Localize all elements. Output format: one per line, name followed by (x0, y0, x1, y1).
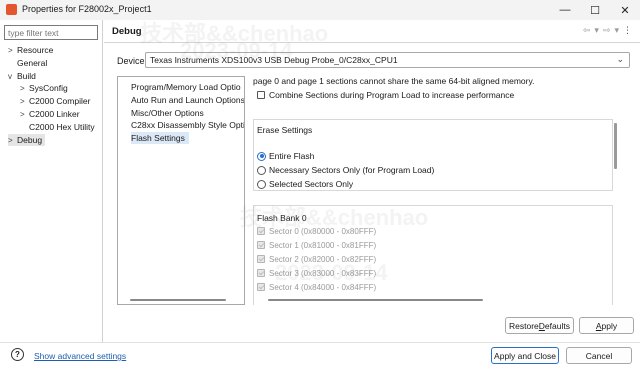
sector-checkbox (257, 269, 265, 277)
erase-option[interactable]: Selected Sectors Only (257, 178, 353, 190)
device-label: Device (117, 56, 145, 66)
sector-checkbox (257, 283, 265, 291)
minimize-button[interactable]: — (550, 0, 580, 20)
chevron-right-icon[interactable]: > (20, 109, 29, 121)
tree-item-label: C2000 Compiler (29, 96, 91, 107)
apply-button[interactable]: Apply (579, 317, 634, 334)
category-item[interactable]: C28xx Disassembly Style Optio (131, 119, 244, 131)
combine-sections-checkbox[interactable]: Combine Sections during Program Load to … (257, 89, 514, 101)
header-divider (104, 42, 640, 43)
chevron-down-icon: ⌄ (616, 54, 624, 64)
tree-item[interactable]: General (8, 57, 47, 69)
tree-item[interactable]: > C2000 Linker (20, 108, 80, 120)
device-select[interactable]: Texas Instruments XDS100v3 USB Debug Pro… (145, 52, 630, 68)
erase-option-label: Entire Flash (269, 151, 315, 161)
sector-label: Sector 0 (0x80000 - 0x80FFF) (269, 226, 377, 236)
category-item[interactable]: Auto Run and Launch Options (131, 94, 244, 106)
category-horizontal-scrollbar[interactable] (130, 299, 226, 301)
window-title: Properties for F28002x_Project1 (22, 4, 152, 14)
back-arrow-icon[interactable]: ⇦ (583, 25, 591, 36)
forward-dropdown-icon[interactable]: ▾ (614, 25, 619, 36)
tree-item-label: Debug (17, 134, 43, 145)
category-item[interactable]: Flash Settings (131, 132, 189, 145)
detail-vertical-scrollbar[interactable] (614, 123, 617, 169)
radio-button[interactable] (257, 179, 266, 189)
close-button[interactable]: ✕ (610, 0, 640, 20)
memory-note: page 0 and page 1 sections cannot share … (253, 76, 535, 86)
cancel-button[interactable]: Cancel (566, 347, 632, 364)
tree-item-label: Build (17, 70, 36, 81)
category-item[interactable]: Misc/Other Options (131, 107, 204, 119)
restore-defaults-button[interactable]: Restore Defaults (505, 317, 574, 334)
flash-settings-panel: page 0 and page 1 sections cannot share … (251, 76, 630, 305)
sector-checkbox (257, 241, 265, 249)
sector-checkbox-row: Sector 3 (0x83000 - 0x83FFF) (257, 267, 376, 279)
restore-defaults-label-b: efaults (544, 320, 570, 331)
chevron-right-icon[interactable]: > (8, 135, 17, 147)
chevron-right-icon[interactable]: > (20, 96, 29, 108)
preferences-tree-pane: >ResourceGeneralvBuild>SysConfig>C2000 C… (0, 20, 103, 342)
sector-checkbox-row: Sector 0 (0x80000 - 0x80FFF) (257, 225, 376, 237)
erase-option-label: Necessary Sectors Only (for Program Load… (269, 165, 435, 175)
tree-item-label: C2000 Linker (29, 109, 80, 119)
filter-input[interactable] (4, 25, 98, 40)
tree-item[interactable]: > SysConfig (20, 82, 68, 94)
view-menu-icon[interactable]: ⋮ (623, 25, 632, 36)
sector-checkbox-row: Sector 1 (0x81000 - 0x81FFF) (257, 239, 376, 251)
back-dropdown-icon[interactable]: ▾ (594, 25, 599, 36)
help-icon[interactable]: ? (11, 348, 24, 361)
sector-label: Sector 4 (0x84000 - 0x84FFF) (269, 282, 377, 292)
restore-defaults-label-a: Restore (509, 320, 539, 331)
title-bar: Properties for F28002x_Project1 — ☐ ✕ (0, 0, 640, 20)
radio-button[interactable] (257, 151, 266, 161)
category-list[interactable]: Program/Memory Load Optio Auto Run and La… (117, 76, 245, 305)
tree-item[interactable]: v Build (8, 70, 36, 82)
tree-item-label: Resource (17, 45, 54, 55)
erase-option[interactable]: Entire Flash (257, 150, 314, 162)
detail-horizontal-scrollbar[interactable] (268, 299, 483, 301)
sector-checkbox (257, 227, 265, 235)
checkbox-box[interactable] (257, 91, 265, 99)
sector-checkbox-row: Sector 2 (0x82000 - 0x82FFF) (257, 253, 376, 265)
erase-settings-title: Erase Settings (257, 125, 313, 135)
nav-toolbar: ⇦ ▾ ⇨ ▾ ⋮ (583, 25, 632, 36)
sector-label: Sector 3 (0x83000 - 0x83FFF) (269, 268, 377, 278)
erase-option-label: Selected Sectors Only (269, 179, 354, 189)
sector-checkbox-row: Sector 4 (0x84000 - 0x84FFF) (257, 281, 376, 293)
category-item[interactable]: Program/Memory Load Optio (131, 81, 241, 93)
forward-arrow-icon[interactable]: ⇨ (603, 25, 611, 36)
sector-checkbox (257, 255, 265, 263)
page-header: Debug ⇦ ▾ ⇨ ▾ ⋮ (104, 20, 640, 42)
sector-label: Sector 2 (0x82000 - 0x82FFF) (269, 254, 377, 264)
footer-divider (0, 342, 640, 343)
sector-label: Sector 1 (0x81000 - 0x81FFF) (269, 240, 377, 250)
app-icon (6, 4, 17, 15)
tree-item[interactable]: C2000 Hex Utility (20, 121, 95, 133)
show-advanced-settings-link[interactable]: Show advanced settings (34, 351, 126, 361)
chevron-right-icon[interactable]: > (20, 83, 29, 95)
apply-and-close-button[interactable]: Apply and Close (491, 347, 559, 364)
maximize-button[interactable]: ☐ (580, 0, 610, 20)
tree-item[interactable]: > Resource (8, 44, 53, 56)
tree-item-label: SysConfig (29, 83, 68, 94)
chevron-down-icon[interactable]: v (8, 71, 17, 83)
radio-button[interactable] (257, 165, 266, 175)
tree-item-label: General (17, 57, 48, 68)
erase-option[interactable]: Necessary Sectors Only (for Program Load… (257, 164, 434, 176)
tree-item[interactable]: > C2000 Compiler (20, 95, 90, 107)
flash-bank-title: Flash Bank 0 (257, 213, 307, 223)
combine-sections-label: Combine Sections during Program Load to … (269, 90, 515, 100)
page-title: Debug (112, 26, 142, 37)
apply-label: pply (601, 320, 618, 331)
tree-item[interactable]: > Debug (8, 133, 46, 147)
device-value: Texas Instruments XDS100v3 USB Debug Pro… (150, 55, 398, 65)
chevron-right-icon[interactable]: > (8, 45, 17, 57)
tree-item-label: C2000 Hex Utility (29, 121, 95, 132)
